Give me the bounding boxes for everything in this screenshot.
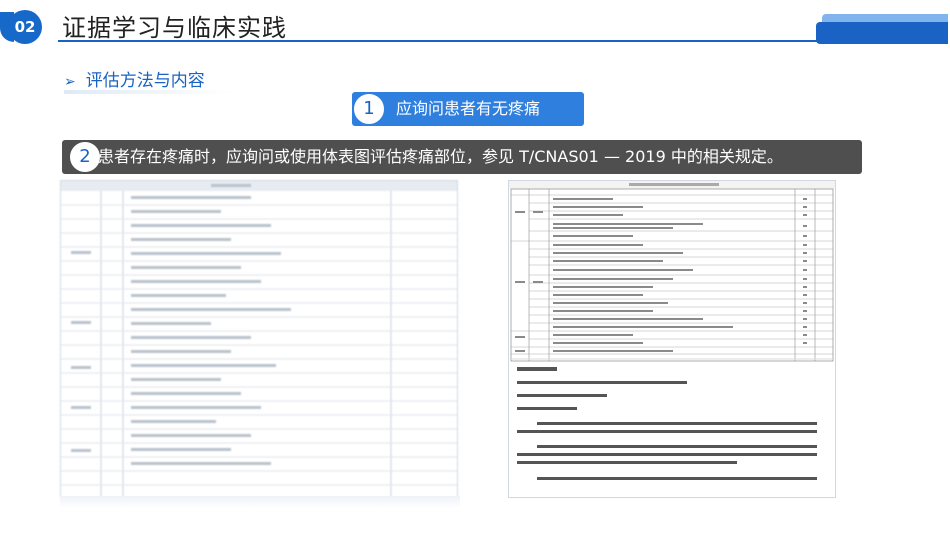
title-decoration-bar: [816, 22, 948, 44]
section-number: 02: [8, 10, 42, 44]
title-divider: [58, 40, 818, 42]
document-image-right: [508, 180, 836, 498]
pain-assessment-table-figure: [509, 181, 835, 480]
page-title: 证据学习与临床实践: [62, 14, 287, 42]
step-1-banner: 1 应询问患者有无疼痛: [352, 92, 584, 126]
blurred-table-figure: [61, 181, 457, 497]
section-heading: ➢ 评估方法与内容: [64, 66, 205, 91]
document-image-left: [60, 180, 458, 498]
arrow-icon: ➢: [64, 74, 76, 90]
section-number-badge: 02: [0, 10, 50, 44]
step-1-number: 1: [352, 92, 386, 126]
section-underline: [64, 90, 232, 94]
section-heading-label: 评估方法与内容: [85, 71, 205, 91]
step-2-text: 患者存在疼痛时，应询问或使用体表图评估疼痛部位，参见 T/CNAS01 — 20…: [98, 147, 783, 166]
step-2-number: 2: [68, 140, 102, 174]
image-shadow: [60, 496, 460, 508]
step-2-banner: 2 患者存在疼痛时，应询问或使用体表图评估疼痛部位，参见 T/CNAS01 — …: [62, 140, 862, 174]
step-1-text: 应询问患者有无疼痛: [396, 99, 541, 118]
